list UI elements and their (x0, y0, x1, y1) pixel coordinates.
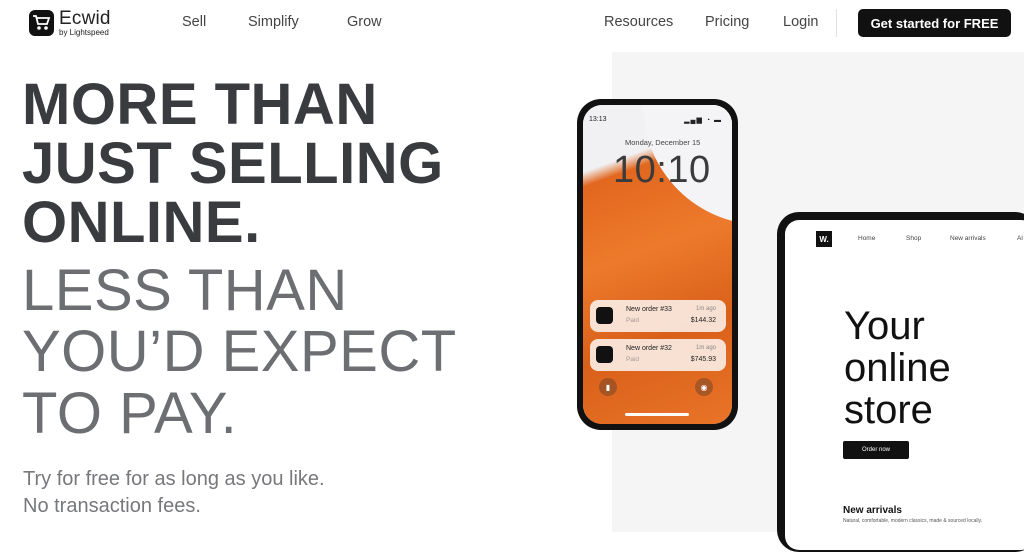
phone-screen: 13:13 ▂▄▆ ◔ ▬ Monday, December 15 10:10 … (583, 105, 732, 424)
store-nav-about: Al (1017, 235, 1023, 242)
store-nav-new-arrivals: New arrivals (950, 235, 986, 242)
nav-sell[interactable]: Sell (182, 14, 206, 30)
notification-time: 1m ago (695, 306, 716, 312)
notification-price: $745.93 (690, 356, 716, 363)
flashlight-icon: ▮ (599, 378, 617, 396)
site-header: Ecwid by Lightspeed Sell Simplify Grow R… (0, 0, 1024, 46)
cart-icon (596, 346, 613, 363)
get-started-button[interactable]: Get started for FREE (858, 9, 1011, 37)
hero-description-line-1: Try for free for as long as you like. (23, 468, 325, 490)
hero-heading-line-2: JUST SELLING (22, 131, 444, 196)
tablet-mockup: W. Home Shop New arrivals Al Your online… (777, 212, 1024, 552)
camera-icon: ◉ (695, 378, 713, 396)
store-nav-home: Home (858, 235, 876, 242)
nav-divider (836, 9, 837, 37)
hero-heading-line-3: ONLINE. (22, 190, 261, 255)
store-nav-shop: Shop (906, 235, 922, 242)
nav-login[interactable]: Login (783, 14, 818, 30)
cart-logo-icon (29, 10, 54, 36)
ecwid-logo[interactable]: Ecwid by Lightspeed (29, 9, 111, 37)
phone-status-time: 13:13 (589, 116, 607, 123)
phone-mockup: 13:13 ▂▄▆ ◔ ▬ Monday, December 15 10:10 … (577, 99, 738, 430)
nav-simplify[interactable]: Simplify (248, 14, 299, 30)
order-notification: New order #33 Paid 1m ago $144.32 (590, 300, 726, 332)
store-hero-title: Your online store (844, 305, 951, 431)
logo-subtitle: by Lightspeed (59, 28, 109, 37)
notification-status: Paid (626, 317, 640, 324)
notification-time: 1m ago (695, 345, 716, 351)
new-arrivals-title: New arrivals (843, 505, 902, 516)
hero-heading-line-1: MORE THAN (22, 72, 378, 137)
home-indicator (625, 413, 689, 416)
store-logo: W. (816, 231, 832, 247)
order-now-button: Order now (843, 441, 909, 459)
cart-icon (596, 307, 613, 324)
notification-price: $144.32 (690, 317, 716, 324)
phone-date: Monday, December 15 (625, 138, 701, 147)
notification-title: New order #33 (626, 306, 672, 313)
new-arrivals-description: Natural, comfortable, modern classics, m… (843, 518, 983, 524)
store-hero-line: online (844, 346, 951, 390)
hero-subheading-line-1: LESS THAN (22, 258, 348, 323)
store-hero-line: Your (844, 304, 925, 348)
hero-subheading-line-3: TO PAY. (22, 381, 238, 446)
nav-grow[interactable]: Grow (347, 14, 382, 30)
logo-name: Ecwid (59, 8, 111, 29)
hero-subheading-line-2: YOU’D EXPECT (22, 319, 457, 384)
phone-clock: 10:10 (613, 149, 711, 191)
store-hero-line: store (844, 388, 933, 432)
nav-resources[interactable]: Resources (604, 14, 673, 30)
tablet-screen: W. Home Shop New arrivals Al Your online… (785, 220, 1024, 550)
notification-status: Paid (626, 356, 640, 363)
order-notification: New order #32 Paid 1m ago $745.93 (590, 339, 726, 371)
nav-pricing[interactable]: Pricing (705, 14, 749, 30)
notification-title: New order #32 (626, 345, 672, 352)
phone-status-icons: ▂▄▆ ◔ ▬ (684, 117, 722, 124)
hero-description-line-2: No transaction fees. (23, 495, 201, 517)
